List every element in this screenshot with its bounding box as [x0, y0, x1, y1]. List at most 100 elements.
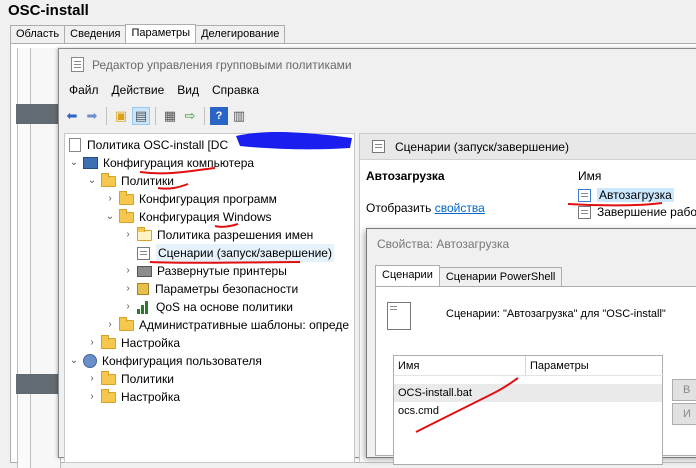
tree-security[interactable]: › Параметры безопасности: [123, 280, 298, 298]
printer-icon: [137, 265, 152, 277]
tree-prog-config[interactable]: › Конфигурация программ: [105, 190, 277, 208]
tab-scope[interactable]: Область: [10, 25, 66, 44]
chevron-down-icon[interactable]: ⌄: [105, 208, 115, 226]
chevron-right-icon[interactable]: ›: [87, 388, 97, 406]
menu-view[interactable]: Вид: [177, 83, 199, 97]
tree-scripts-label: Сценарии (запуск/завершение): [156, 244, 334, 262]
menu-help[interactable]: Справка: [212, 83, 259, 97]
policy-doc-icon: [69, 138, 81, 152]
chevron-right-icon[interactable]: ›: [87, 370, 97, 388]
tree-qos-label: QoS на основе политики: [156, 300, 293, 314]
menu-bar: Файл Действие Вид Справка: [69, 83, 259, 97]
tree-user-config[interactable]: ⌄ Конфигурация пользователя: [69, 352, 262, 370]
folder-icon: [101, 388, 116, 403]
tree-settings[interactable]: › Настройка: [87, 334, 180, 352]
tree-user-policies-label: Политики: [121, 372, 174, 386]
tree-prog-config-label: Конфигурация программ: [139, 192, 277, 206]
chevron-right-icon[interactable]: ›: [123, 298, 133, 316]
tree-user-settings-label: Настройка: [121, 390, 181, 404]
tree-name-policy[interactable]: › Политика разрешения имен: [123, 226, 313, 244]
details-section-title: Автозагрузка: [366, 169, 445, 183]
folder-icon: [101, 370, 116, 385]
menu-action[interactable]: Действие: [112, 83, 165, 97]
details-header: Сценарии (запуск/завершение): [360, 134, 696, 160]
col-params-header[interactable]: Параметры: [526, 356, 664, 376]
properties-link[interactable]: свойства: [435, 201, 485, 215]
show-properties-text: Отобразить: [366, 201, 435, 215]
export-icon[interactable]: ⇨: [181, 107, 199, 125]
tree-user-settings[interactable]: › Настройка: [87, 388, 180, 406]
tree-win-config[interactable]: ⌄ Конфигурация Windows: [105, 208, 272, 226]
menu-file[interactable]: Файл: [69, 83, 99, 97]
script-icon: [372, 140, 385, 153]
folder-icon: [119, 208, 134, 223]
folder-icon: [119, 190, 134, 205]
tree-printers[interactable]: › Развернутые принтеры: [123, 262, 287, 280]
tree-admin-templates-label: Административные шаблоны: опреде: [139, 318, 349, 332]
table-row[interactable]: ocs.cmd: [394, 402, 662, 420]
security-icon: [137, 283, 149, 295]
gpe-title-text: Редактор управления групповыми политикам…: [92, 57, 352, 72]
show-tree-icon[interactable]: ▤: [132, 107, 150, 125]
tree-root-label: Политика OSC-install [DC: [87, 138, 229, 152]
tab-delegation[interactable]: Делегирование: [195, 25, 286, 44]
up-button[interactable]: В: [672, 379, 696, 401]
tree-comp-config[interactable]: ⌄ Конфигурация компьютера: [69, 154, 254, 172]
chevron-right-icon[interactable]: ›: [105, 316, 115, 334]
tab-details[interactable]: Сведения: [64, 25, 127, 44]
scripts-table: Имя Параметры OCS-install.bat ocs.cmd: [393, 355, 664, 465]
tab-powershell-scripts[interactable]: Сценарии PowerShell: [438, 267, 563, 287]
folder-icon: [137, 226, 152, 241]
tree-win-config-label: Конфигурация Windows: [139, 210, 272, 224]
properties-icon[interactable]: ▦: [161, 107, 179, 125]
tree-admin-templates[interactable]: › Административные шаблоны: опреде: [105, 316, 349, 334]
chevron-down-icon[interactable]: ⌄: [87, 172, 97, 190]
list-item-shutdown[interactable]: Завершение работ: [578, 205, 696, 219]
tree-qos[interactable]: › QoS на основе политики: [123, 298, 293, 316]
tree-user-policies[interactable]: › Политики: [87, 370, 174, 388]
dialog-description: Сценарии: "Автозагрузка" для "OSC-instal…: [446, 308, 666, 320]
tree-root[interactable]: Политика OSC-install [DC: [69, 136, 228, 154]
tree-security-label: Параметры безопасности: [155, 282, 299, 296]
list-item-startup-label: Автозагрузка: [597, 188, 674, 202]
chevron-right-icon[interactable]: ›: [123, 262, 133, 280]
table-row[interactable]: OCS-install.bat: [394, 384, 662, 402]
chevron-down-icon[interactable]: ⌄: [69, 154, 79, 172]
outer-window-title: OSC-install: [8, 2, 89, 19]
tab-scripts[interactable]: Сценарии: [375, 265, 440, 287]
help-icon[interactable]: ?: [210, 107, 228, 125]
change-button[interactable]: И: [672, 403, 696, 425]
up-folder-icon[interactable]: ▣: [112, 107, 130, 125]
list-item-shutdown-label: Завершение работ: [597, 205, 696, 219]
list-item-startup[interactable]: Автозагрузка: [578, 188, 674, 202]
view-icon[interactable]: ▥: [230, 107, 248, 125]
bar-chart-icon: [137, 300, 151, 314]
column-header-name[interactable]: Имя: [578, 169, 601, 183]
tree-printers-label: Развернутые принтеры: [157, 264, 287, 278]
chevron-right-icon[interactable]: ›: [123, 280, 133, 298]
user-icon: [83, 354, 97, 368]
script-icon: [578, 188, 591, 202]
col-name-header[interactable]: Имя: [394, 356, 526, 376]
properties-dialog: Свойства: Автозагрузка Сценарии Сценарии…: [366, 228, 696, 465]
tab-settings[interactable]: Параметры: [125, 24, 197, 45]
computer-icon: [83, 157, 98, 169]
tree-name-policy-label: Политика разрешения имен: [157, 228, 314, 242]
tree-pane: Политика OSC-install [DC ⌄ Конфигурация …: [64, 133, 355, 463]
tree-scripts[interactable]: Сценарии (запуск/завершение): [137, 244, 334, 262]
chevron-right-icon[interactable]: ›: [87, 334, 97, 352]
back-arrow-icon[interactable]: ⬅: [63, 107, 81, 125]
outer-tabs: Область Сведения Параметры Делегирование: [10, 24, 286, 45]
forward-arrow-icon[interactable]: ➡: [83, 107, 101, 125]
script-icon: [578, 205, 591, 219]
gpe-title: Редактор управления групповыми политикам…: [71, 57, 352, 72]
chevron-right-icon[interactable]: ›: [105, 190, 115, 208]
tree-comp-config-label: Конфигурация компьютера: [103, 156, 255, 170]
gpe-app-icon: [71, 57, 84, 72]
chevron-right-icon[interactable]: ›: [123, 226, 133, 244]
tree-policies[interactable]: ⌄ Политики: [87, 172, 174, 190]
folder-icon: [101, 334, 116, 349]
script-icon: [137, 246, 150, 260]
chevron-down-icon[interactable]: ⌄: [69, 352, 79, 370]
details-header-text: Сценарии (запуск/завершение): [395, 139, 569, 154]
